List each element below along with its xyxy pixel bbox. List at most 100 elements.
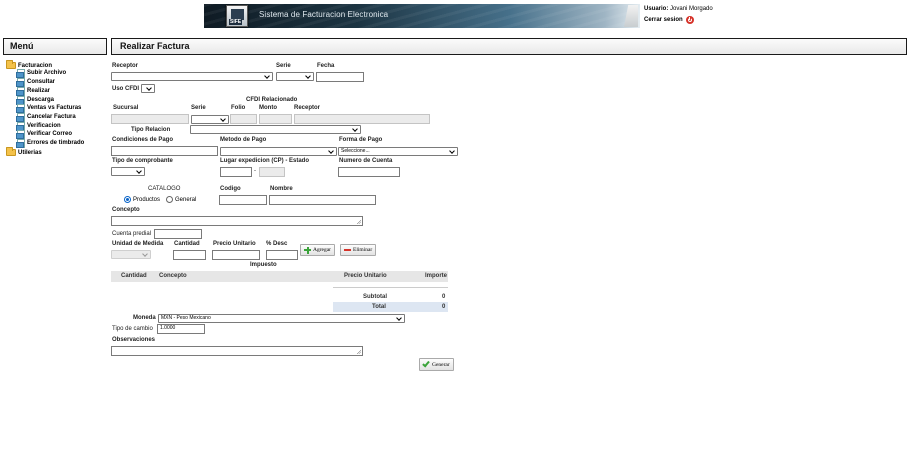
menu-item-errores-de-timbrado[interactable]: Errores de timbrado [16,139,85,148]
logout-label: Cerrar sesion [644,17,683,23]
lugar-estado-input[interactable] [259,167,285,177]
menu-item-label: Errores de timbrado [27,139,85,146]
menu-item-label: Consultar [27,78,56,85]
menu-folder-utilerias[interactable]: Utilerias [6,147,42,156]
metodo-pago-label: Metodo de Pago [220,137,267,143]
moneda-select[interactable]: MXN - Peso Mexicano [158,314,405,323]
desc-input[interactable] [266,250,298,260]
condiciones-pago-input[interactable] [111,146,218,156]
menu-item-label: Realizar [27,87,51,94]
radio-general-dot [166,196,173,203]
menu-item-realizar[interactable]: Realizar [16,87,51,96]
menu-item-label: Ventas vs Facturas [27,104,82,111]
menu-item-consultar[interactable]: Consultar [16,78,56,87]
forma-pago-select[interactable]: Seleccione... [338,147,458,156]
logo-text: SIFE [229,19,243,25]
menu-folder-label: Facturacion [18,62,53,69]
document-icon [16,78,25,87]
menu-item-label: Verificar Correo [27,130,73,137]
uso-cfdi-select[interactable] [141,84,155,93]
menu-folder-facturacion[interactable]: Facturacion [6,60,53,69]
condiciones-pago-label: Condiciones de Pago [112,137,174,143]
minus-icon [344,249,351,251]
cuenta-predial-input[interactable] [154,229,202,239]
tipo-relacion-label: Tipo Relacion [131,127,171,133]
codigo-input[interactable] [219,195,267,205]
concepto-textarea[interactable] [111,216,363,226]
lugar-expedicion-label: Lugar expedicion (CP) - Estado [220,158,310,164]
document-icon [16,130,25,139]
nombre-input[interactable] [269,195,376,205]
sucursal-input[interactable] [111,114,189,124]
radio-general-label: General [175,196,197,203]
rel-receptor-input[interactable] [294,114,430,124]
total-row [333,302,448,312]
tipo-cambio-value: 1.0000 [160,325,176,331]
concepto-label: Concepto [112,207,140,213]
metodo-pago-select[interactable] [220,147,337,156]
rel-serie-select[interactable] [191,115,229,124]
menu-item-ventas-vs-facturas[interactable]: Ventas vs Facturas [16,104,82,113]
menu-folder-label: Utilerias [18,149,42,156]
col-header-precio-unitario: Precio Unitario [344,273,387,279]
menu-item-cancelar-factura[interactable]: Cancelar Factura [16,113,76,122]
folder-icon [6,60,16,69]
user-name: Jovani Morgado [670,6,713,12]
rel-serie-label: Serie [191,105,206,111]
radio-productos[interactable]: Productos [124,196,160,203]
totals-divider [333,287,448,288]
codigo-label: Codigo [220,186,241,192]
numero-cuenta-input[interactable] [338,167,400,177]
receptor-select[interactable] [111,72,273,81]
logout-link[interactable]: Cerrar sesion [644,16,694,24]
total-label: Total [372,304,386,310]
user-info: Usuario: Jovani Morgado [644,6,713,12]
document-icon [16,69,25,78]
fecha-input[interactable] [316,72,364,82]
tipo-relacion-select[interactable] [190,125,361,134]
sucursal-label: Sucursal [113,105,139,111]
unidad-medida-label: Unidad de Medida [112,241,164,247]
precio-unitario-label: Precio Unitario [213,241,256,247]
generar-button[interactable]: Generar [419,358,454,371]
radio-productos-dot [124,196,131,203]
catalogo-label: CATALOGO [148,186,181,192]
folio-input[interactable] [230,114,257,124]
tipo-comprobante-select[interactable] [111,167,145,176]
col-header-cantidad: Cantidad [121,273,147,279]
cuenta-predial-label: Cuenta predial [112,231,152,237]
menu-item-verificacion[interactable]: Verificacion [16,122,61,131]
precio-unitario-input[interactable] [212,250,260,260]
agregar-button[interactable]: Agregar [300,244,336,256]
col-header-concepto: Concepto [159,273,187,279]
unidad-medida-select[interactable] [111,250,151,259]
observaciones-textarea[interactable] [111,346,363,356]
serie-select[interactable] [276,72,314,81]
radio-general[interactable]: General [166,196,196,203]
menu-item-descarga[interactable]: Descarga [16,96,54,105]
menu-item-subir-archivo[interactable]: Subir Archivo [16,69,67,78]
cantidad-input[interactable] [173,250,206,260]
content-header: Realizar Factura [111,38,907,55]
eliminar-button[interactable]: Eliminar [340,244,377,256]
power-icon [685,16,694,24]
lugar-cp-input[interactable] [220,167,252,177]
tipo-comprobante-label: Tipo de comprobante [112,158,173,164]
monto-input[interactable] [259,114,292,124]
header-banner: SIFE Sistema de Facturacion Electronica [204,4,640,28]
document-icon [16,139,25,148]
moneda-label: Moneda [133,315,156,321]
forma-pago-label: Forma de Pago [339,137,383,143]
menu-title: Menú [10,41,34,51]
menu-item-verificar-correo[interactable]: Verificar Correo [16,130,73,139]
menu-item-label: Verificacion [27,122,61,129]
document-icon [16,122,25,131]
document-icon [16,104,25,113]
tipo-cambio-input[interactable]: 1.0000 [157,324,205,334]
check-icon [422,359,430,368]
page-title: Realizar Factura [120,41,190,51]
document-icon [16,96,25,105]
menu-item-label: Cancelar Factura [27,113,76,120]
total-value: 0 [442,304,446,310]
menu-item-label: Subir Archivo [27,69,67,76]
